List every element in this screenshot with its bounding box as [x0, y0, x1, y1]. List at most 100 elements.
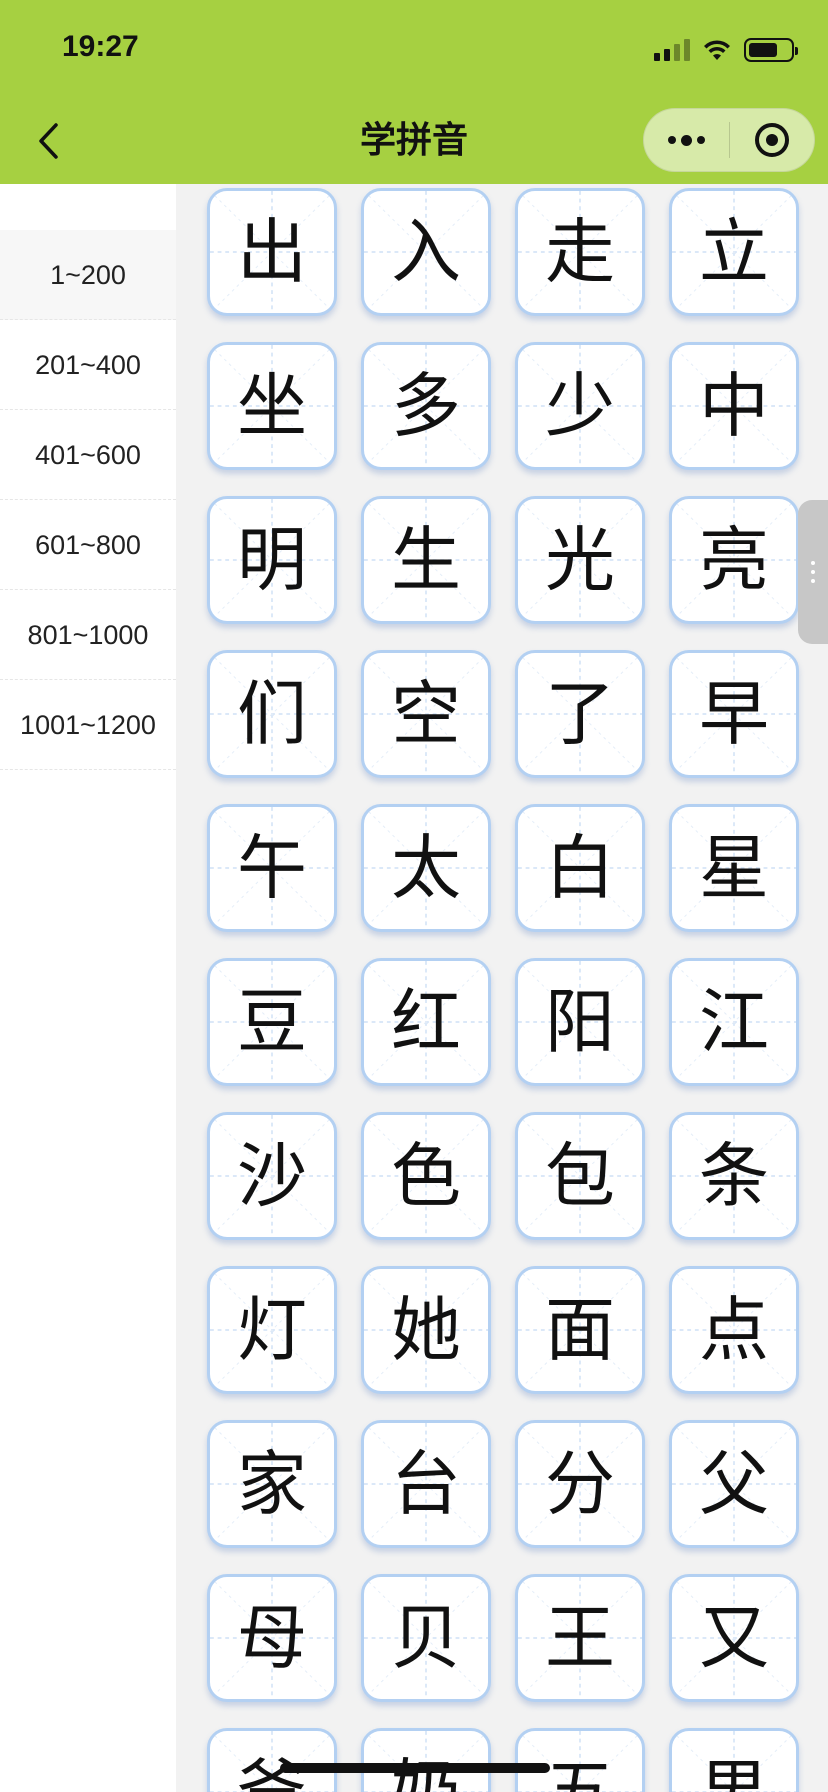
character-card[interactable]: 爸 — [207, 1728, 337, 1792]
character-label: 包 — [545, 1135, 615, 1217]
mini-program-capsule — [643, 108, 815, 172]
character-card[interactable]: 入 — [361, 188, 491, 316]
sidebar-item-range[interactable]: 1~200 — [0, 230, 176, 320]
back-button[interactable] — [30, 116, 66, 166]
character-card[interactable]: 面 — [515, 1266, 645, 1394]
character-card[interactable]: 王 — [515, 1574, 645, 1702]
character-label: 们 — [237, 673, 307, 755]
character-card[interactable]: 空 — [361, 650, 491, 778]
character-label: 父 — [699, 1443, 769, 1525]
character-card[interactable]: 生 — [361, 496, 491, 624]
character-label: 家 — [237, 1443, 307, 1525]
character-label: 台 — [391, 1443, 461, 1525]
character-label: 王 — [545, 1597, 615, 1679]
character-label: 色 — [391, 1135, 461, 1217]
character-card[interactable]: 五 — [515, 1728, 645, 1792]
sidebar-item-range[interactable]: 801~1000 — [0, 590, 176, 680]
range-sidebar: 1~200 201~400 401~600 601~800 801~1000 1001~1… — [0, 184, 176, 1792]
character-label: 沙 — [237, 1135, 307, 1217]
character-card[interactable]: 包 — [515, 1112, 645, 1240]
character-label: 光 — [545, 519, 615, 601]
character-card[interactable]: 又 — [669, 1574, 799, 1702]
character-card[interactable]: 分 — [515, 1420, 645, 1548]
sidebar-item-range[interactable]: 1001~1200 — [0, 680, 176, 770]
character-label: 出 — [237, 211, 307, 293]
character-label: 奶 — [364, 1731, 488, 1792]
sidebar-item-range[interactable]: 201~400 — [0, 320, 176, 410]
character-label: 早 — [699, 673, 769, 755]
more-dots-icon — [667, 134, 705, 146]
character-label: 她 — [391, 1289, 461, 1371]
header-bar: 19:27 学拼音 — [0, 0, 828, 184]
character-label: 江 — [699, 981, 769, 1063]
character-label: 面 — [545, 1289, 615, 1371]
sidebar-item-range[interactable]: 401~600 — [0, 410, 176, 500]
character-label: 条 — [699, 1135, 769, 1217]
character-label: 多 — [391, 365, 461, 447]
character-label: 立 — [699, 211, 769, 293]
character-card[interactable]: 条 — [669, 1112, 799, 1240]
character-label: 明 — [237, 519, 307, 601]
character-card[interactable]: 江 — [669, 958, 799, 1086]
character-card[interactable]: 出 — [207, 188, 337, 316]
character-grid: 出 入 走 立坐 多 少 中明 生 光 亮们 空 了 早午 太 白 星豆 红 阳 江沙 色 包 条灯 她 面 点家 台 分 父母 贝 王 又… — [176, 184, 828, 1792]
home-indicator — [280, 1763, 550, 1773]
character-card[interactable]: 亮 — [669, 496, 799, 624]
character-label: 男 — [699, 1751, 769, 1792]
character-label: 了 — [545, 673, 615, 755]
character-card[interactable]: 光 — [515, 496, 645, 624]
character-label: 母 — [237, 1597, 307, 1679]
target-circle-icon — [754, 123, 789, 157]
character-card[interactable]: 早 — [669, 650, 799, 778]
wifi-icon — [704, 40, 730, 60]
character-card[interactable]: 中 — [669, 342, 799, 470]
more-button[interactable] — [644, 109, 729, 171]
status-time: 19:27 — [62, 30, 139, 63]
character-card[interactable]: 了 — [515, 650, 645, 778]
character-card[interactable]: 午 — [207, 804, 337, 932]
character-card[interactable]: 们 — [207, 650, 337, 778]
battery-icon — [744, 38, 798, 62]
character-card[interactable]: 走 — [515, 188, 645, 316]
character-card[interactable]: 贝 — [361, 1574, 491, 1702]
character-card[interactable]: 男 — [669, 1728, 799, 1792]
character-label: 午 — [237, 827, 307, 909]
character-label: 贝 — [391, 1597, 461, 1679]
character-card[interactable]: 星 — [669, 804, 799, 932]
character-card[interactable]: 明 — [207, 496, 337, 624]
character-label: 又 — [699, 1597, 769, 1679]
character-card[interactable]: 点 — [669, 1266, 799, 1394]
scroll-handle[interactable] — [798, 500, 828, 644]
character-label: 空 — [391, 673, 461, 755]
character-label: 亮 — [699, 519, 769, 601]
character-card[interactable]: 她 — [361, 1266, 491, 1394]
character-card[interactable]: 台 — [361, 1420, 491, 1548]
character-card[interactable]: 多 — [361, 342, 491, 470]
character-card[interactable]: 豆 — [207, 958, 337, 1086]
character-card[interactable]: 沙 — [207, 1112, 337, 1240]
character-card[interactable]: 灯 — [207, 1266, 337, 1394]
character-card[interactable]: 阳 — [515, 958, 645, 1086]
character-card[interactable]: 母 — [207, 1574, 337, 1702]
chevron-left-icon — [39, 123, 58, 159]
character-label: 阳 — [545, 981, 615, 1063]
character-card[interactable]: 少 — [515, 342, 645, 470]
sidebar-item-range[interactable]: 601~800 — [0, 500, 176, 590]
character-card[interactable]: 父 — [669, 1420, 799, 1548]
character-label: 走 — [545, 211, 615, 293]
character-label: 白 — [545, 827, 615, 909]
character-card[interactable]: 色 — [361, 1112, 491, 1240]
character-label: 爸 — [237, 1751, 307, 1792]
character-card[interactable]: 立 — [669, 188, 799, 316]
character-card[interactable]: 坐 — [207, 342, 337, 470]
close-button[interactable] — [730, 109, 815, 171]
character-card[interactable]: 家 — [207, 1420, 337, 1548]
character-label: 豆 — [237, 981, 307, 1063]
character-label: 星 — [699, 827, 769, 909]
character-card[interactable]: 白 — [515, 804, 645, 932]
character-label: 少 — [545, 365, 615, 447]
character-card[interactable]: 红 — [361, 958, 491, 1086]
character-label: 太 — [391, 827, 461, 909]
character-card[interactable]: 太 — [361, 804, 491, 932]
character-card[interactable]: 奶 — [361, 1728, 491, 1792]
